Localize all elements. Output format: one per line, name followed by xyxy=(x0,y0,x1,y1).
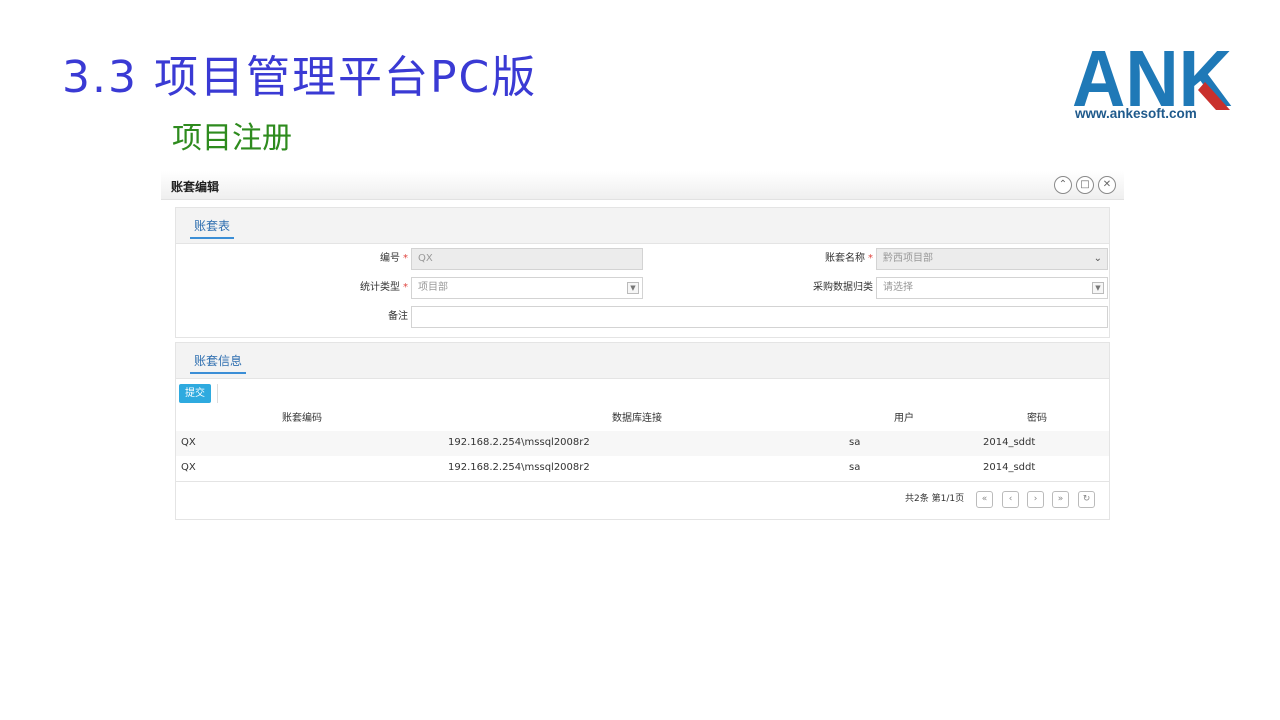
logo-url: www.ankesoft.com xyxy=(1075,106,1197,121)
dropdown-arrow-icon: ▼ xyxy=(627,282,639,294)
remark-input[interactable] xyxy=(411,306,1108,328)
ank-logo-mark: ANK xyxy=(1072,40,1232,110)
column-header-account-code[interactable]: 账套编码 xyxy=(282,407,322,431)
account-edit-window: 账套编辑 ⌃ □ ✕ 账套表 编号 * QX 账套名称 * 黔西项目部 ⌄ 统计类型… xyxy=(161,171,1124,529)
table-row[interactable]: QX 192.168.2.254\mssql2008r2 sa 2014_sdd… xyxy=(176,456,1109,481)
window-title: 账套编辑 xyxy=(171,180,220,194)
tab-account-table[interactable]: 账套表 xyxy=(190,217,235,239)
toolbar-divider xyxy=(217,384,218,403)
column-header-db-connection[interactable]: 数据库连接 xyxy=(612,407,662,431)
prev-page-icon[interactable]: ‹ xyxy=(1002,491,1019,508)
table-divider xyxy=(176,481,1109,482)
submit-button[interactable]: 提交 xyxy=(179,384,211,403)
account-name-select[interactable]: 黔西项目部 ⌄ xyxy=(876,248,1108,270)
close-icon[interactable]: ✕ xyxy=(1098,176,1116,194)
cell-db-connection: 192.168.2.254\mssql2008r2 xyxy=(448,462,590,473)
remark-label: 备注 xyxy=(388,311,408,322)
slide-title: 3.3 项目管理平台PC版 xyxy=(62,52,538,103)
dropdown-arrow-icon: ▼ xyxy=(1092,282,1104,294)
account-name-label: 账套名称 * xyxy=(825,253,873,264)
column-header-password[interactable]: 密码 xyxy=(1027,407,1047,431)
tab-account-info[interactable]: 账套信息 xyxy=(190,352,247,374)
cell-password: 2014_sddt xyxy=(983,437,1036,448)
code-label: 编号 * xyxy=(380,253,408,264)
cell-account-code: QX xyxy=(181,462,196,473)
cell-account-code: QX xyxy=(181,437,196,448)
collapse-icon[interactable]: ⌃ xyxy=(1054,176,1072,194)
table-row[interactable]: QX 192.168.2.254\mssql2008r2 sa 2014_sdd… xyxy=(176,431,1109,456)
cell-password: 2014_sddt xyxy=(983,462,1036,473)
cell-user: sa xyxy=(849,437,861,448)
purchase-category-select[interactable]: 请选择 ▼ xyxy=(876,277,1108,299)
ank-logo: ANK www.ankesoft.com xyxy=(1070,40,1240,126)
column-header-user[interactable]: 用户 xyxy=(894,407,914,431)
slide: 3.3 项目管理平台PC版 项目注册 ANK www.ankesoft.com … xyxy=(0,0,1280,720)
purchase-category-label: 采购数据归类 xyxy=(813,282,873,293)
stat-type-select[interactable]: 项目部 ▼ xyxy=(411,277,643,299)
maximize-icon[interactable]: □ xyxy=(1076,176,1094,194)
window-titlebar: 账套编辑 ⌃ □ ✕ xyxy=(161,171,1124,200)
next-page-icon[interactable]: › xyxy=(1027,491,1044,508)
refresh-icon[interactable]: ↻ xyxy=(1078,491,1095,508)
code-field[interactable]: QX xyxy=(411,248,643,270)
pager-info: 共2条 第1/1页 xyxy=(905,494,965,504)
last-page-icon[interactable]: » xyxy=(1052,491,1069,508)
first-page-icon[interactable]: « xyxy=(976,491,993,508)
stat-type-label: 统计类型 * xyxy=(360,282,408,293)
account-form-panel: 账套表 编号 * QX 账套名称 * 黔西项目部 ⌄ 统计类型 * 项目部 ▼ 采购数… xyxy=(175,207,1110,338)
cell-user: sa xyxy=(849,462,861,473)
chevron-down-icon: ⌄ xyxy=(1093,253,1102,264)
account-info-panel: 账套信息 提交 账套编码 数据库连接 用户 密码 QX 192.168.2.25… xyxy=(175,342,1110,520)
cell-db-connection: 192.168.2.254\mssql2008r2 xyxy=(448,437,590,448)
slide-subtitle: 项目注册 xyxy=(172,121,292,156)
